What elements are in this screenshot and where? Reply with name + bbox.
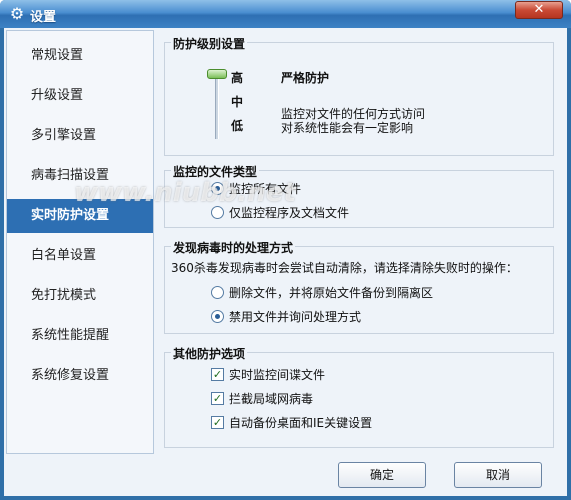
ok-button[interactable]: 确定 xyxy=(338,462,426,488)
virus-action-group: 发现病毒时的处理方式 360杀毒发现病毒时会尝试自动清除，请选择清除失败时的操作… xyxy=(164,239,554,334)
sidebar-item-realtime-protection[interactable]: 实时防护设置 xyxy=(7,199,153,233)
backup-settings-label: 自动备份桌面和IE关键设置 xyxy=(229,416,373,430)
delete-file-label: 删除文件，并将原始文件备份到隔离区 xyxy=(229,286,434,300)
dialog-body: 常规设置 升级设置 多引擎设置 病毒扫描设置 实时防护设置 白名单设置 免打扰模… xyxy=(4,28,567,496)
level-name: 严格防护 xyxy=(281,71,330,85)
sidebar-item-general[interactable]: 常规设置 xyxy=(7,39,153,73)
lan-virus-checkbox[interactable]: ✓ xyxy=(211,392,224,405)
sidebar-item-system-repair[interactable]: 系统修复设置 xyxy=(7,359,153,393)
level-slider-track[interactable] xyxy=(215,69,219,139)
monitor-programs-label: 仅监控程序及文档文件 xyxy=(229,206,350,220)
level-slider-thumb[interactable] xyxy=(207,69,227,79)
sidebar-item-performance-alert[interactable]: 系统性能提醒 xyxy=(7,319,153,353)
virus-action-instruction: 360杀毒发现病毒时会尝试自动清除，请选择清除失败时的操作： xyxy=(171,261,518,275)
monitor-all-label: 监控所有文件 xyxy=(229,182,302,196)
delete-file-radio[interactable] xyxy=(211,286,224,299)
spyware-monitor-label: 实时监控间谍文件 xyxy=(229,368,326,382)
title-bar[interactable]: ⚙ 设置 ✕ xyxy=(0,0,571,28)
dialog-footer: 确定 取消 xyxy=(4,456,567,496)
level-high-label: 高 xyxy=(231,71,244,85)
monitor-files-group: 监控的文件类型 监控所有文件 仅监控程序及文档文件 xyxy=(164,163,554,228)
level-desc-2: 对系统性能会有一定影响 xyxy=(281,121,414,135)
settings-panel: 防护级别设置 高 中 低 严格防护 监控对文件的任何方式访问 对系统性能会有一定… xyxy=(158,30,564,454)
window-title: 设置 xyxy=(30,10,57,25)
spyware-monitor-checkbox[interactable]: ✓ xyxy=(211,368,224,381)
close-button[interactable]: ✕ xyxy=(515,1,563,19)
cancel-button[interactable]: 取消 xyxy=(454,462,542,488)
other-options-group: 其他防护选项 ✓ 实时监控间谍文件 ✓ 拦截局域网病毒 ✓ 自动备份桌面和IE关… xyxy=(164,345,554,448)
lan-virus-label: 拦截局域网病毒 xyxy=(229,392,314,406)
monitor-programs-radio[interactable] xyxy=(211,206,224,219)
protection-level-group: 防护级别设置 高 中 低 严格防护 监控对文件的任何方式访问 对系统性能会有一定… xyxy=(164,35,554,156)
sidebar-item-multi-engine[interactable]: 多引擎设置 xyxy=(7,119,153,153)
sidebar-item-virus-scan[interactable]: 病毒扫描设置 xyxy=(7,159,153,193)
gear-icon: ⚙ xyxy=(9,4,25,23)
protection-level-title: 防护级别设置 xyxy=(171,35,248,52)
sidebar-item-do-not-disturb[interactable]: 免打扰模式 xyxy=(7,279,153,313)
other-options-title: 其他防护选项 xyxy=(171,345,248,362)
level-medium-label: 中 xyxy=(231,95,244,109)
backup-settings-checkbox[interactable]: ✓ xyxy=(211,416,224,429)
sidebar: 常规设置 升级设置 多引擎设置 病毒扫描设置 实时防护设置 白名单设置 免打扰模… xyxy=(6,30,154,454)
disable-file-label: 禁用文件并询问处理方式 xyxy=(229,310,362,324)
virus-action-title: 发现病毒时的处理方式 xyxy=(171,239,296,256)
monitor-files-title: 监控的文件类型 xyxy=(171,163,260,180)
disable-file-radio[interactable] xyxy=(211,310,224,323)
monitor-all-radio[interactable] xyxy=(211,182,224,195)
sidebar-item-upgrade[interactable]: 升级设置 xyxy=(7,79,153,113)
sidebar-item-whitelist[interactable]: 白名单设置 xyxy=(7,239,153,273)
settings-window: ⚙ 设置 ✕ 常规设置 升级设置 多引擎设置 病毒扫描设置 实时防护设置 白名单… xyxy=(0,0,571,500)
level-low-label: 低 xyxy=(231,119,244,133)
